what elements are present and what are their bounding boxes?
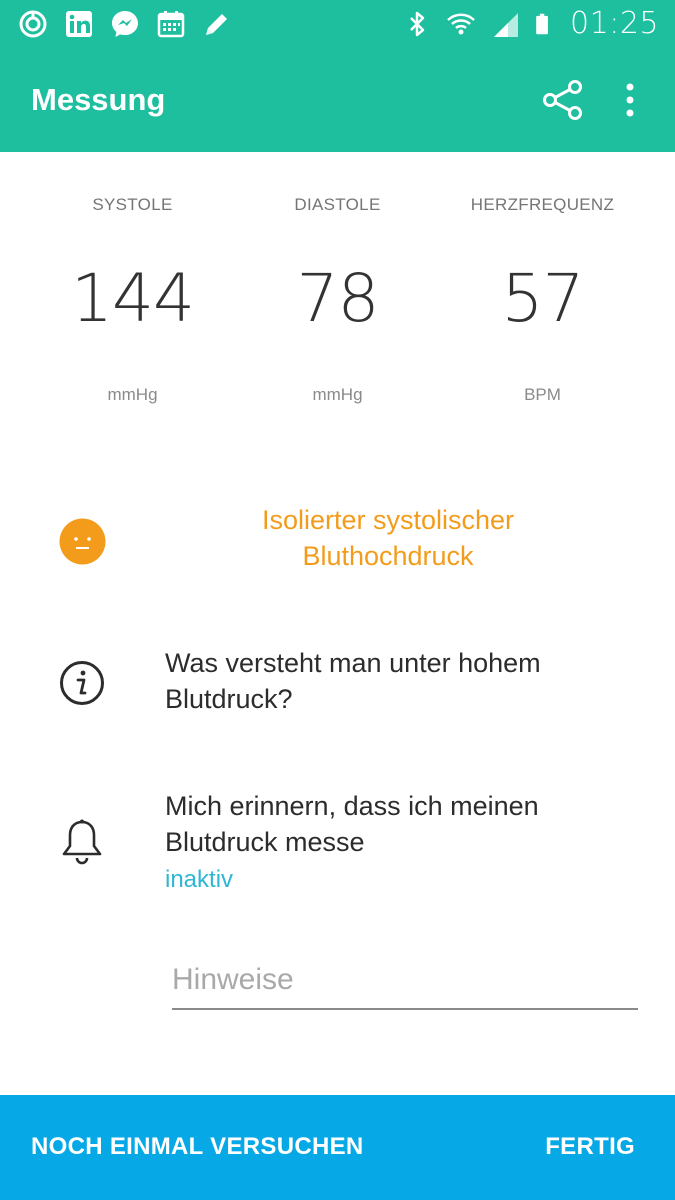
diagnosis-line-2: Bluthochdruck xyxy=(302,541,474,571)
reminder-status: inaktiv xyxy=(165,866,234,893)
linkedin-icon xyxy=(66,11,92,37)
info-link-text[interactable]: Was versteht man unter hohem Blutdruck? xyxy=(165,645,625,717)
sync-icon xyxy=(19,10,47,38)
battery-icon xyxy=(536,13,548,34)
systole-value: 144 xyxy=(71,260,195,337)
reminder-line-2: Blutdruck messe xyxy=(165,827,365,857)
pencil-icon xyxy=(206,14,227,35)
heart-rate-value: 57 xyxy=(501,260,585,337)
status-clock: 01:25 xyxy=(570,6,659,41)
wifi-icon xyxy=(447,13,475,34)
diastole-column: DIASTOLE 78 mmHg xyxy=(235,195,440,405)
status-bar: 01:25 xyxy=(0,0,675,50)
diagnosis-line-1: Isolierter systolischer xyxy=(261,505,515,535)
bottom-action-bar: NOCH EINMAL VERSUCHEN FERTIG xyxy=(0,1095,675,1200)
bell-icon xyxy=(62,819,102,865)
heart-rate-unit: BPM xyxy=(524,385,561,404)
heart-rate-column: HERZFREQUENZ 57 BPM xyxy=(440,195,645,405)
app-bar: 01:25 Messung xyxy=(0,0,675,152)
messenger-icon xyxy=(112,11,138,37)
neutral-face-icon xyxy=(59,518,106,565)
calendar-icon xyxy=(157,11,185,38)
systole-column: SYSTOLE 144 mmHg xyxy=(30,195,235,405)
diastole-value: 78 xyxy=(296,260,380,337)
share-icon[interactable] xyxy=(541,80,585,120)
notification-icons xyxy=(18,9,232,39)
done-button[interactable]: FERTIG xyxy=(545,1133,635,1161)
system-status: 01:25 xyxy=(402,6,659,41)
bluetooth-icon xyxy=(410,11,425,36)
heart-rate-label: HERZFREQUENZ xyxy=(470,195,615,214)
signal-icon xyxy=(494,12,519,37)
diagnosis-text: Isolierter systolischer Bluthochdruck xyxy=(180,502,596,574)
retry-button[interactable]: NOCH EINMAL VERSUCHEN xyxy=(31,1133,364,1161)
info-link-line-1: Was versteht man unter hohem xyxy=(165,648,541,678)
diagnosis-row: Isolierter systolischer Bluthochdruck xyxy=(0,502,675,582)
more-vert-icon[interactable] xyxy=(618,82,642,118)
diastole-label: DIASTOLE xyxy=(294,195,381,214)
page-title: Messung xyxy=(31,82,166,117)
notes-field-container xyxy=(172,952,638,1010)
info-icon xyxy=(60,661,104,705)
reminder-line-1: Mich erinnern, dass ich meinen xyxy=(165,791,539,821)
systole-label: SYSTOLE xyxy=(92,195,173,214)
reminder-text[interactable]: Mich erinnern, dass ich meinen Blutdruck… xyxy=(165,788,635,860)
diastole-unit: mmHg xyxy=(312,385,363,404)
info-link-line-2: Blutdruck? xyxy=(165,684,293,714)
systole-unit: mmHg xyxy=(107,385,158,404)
notes-input[interactable] xyxy=(172,952,638,1008)
